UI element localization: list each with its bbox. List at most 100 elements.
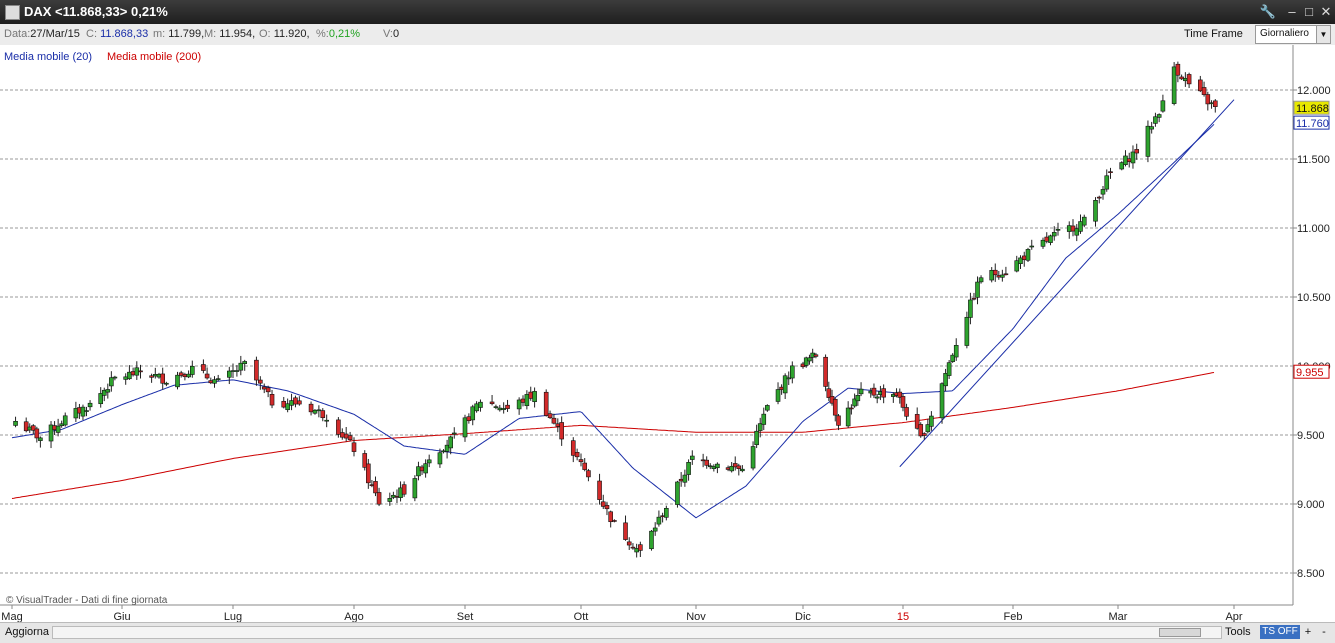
candle-up xyxy=(664,507,669,518)
candle-up xyxy=(501,408,506,410)
candle-up xyxy=(212,379,217,384)
candle-up xyxy=(451,432,457,435)
y-tick-label: 12.000 xyxy=(1297,85,1331,97)
candle-up xyxy=(1066,225,1072,232)
x-tick-label: Lug xyxy=(224,611,242,622)
candle-down xyxy=(871,387,877,396)
candle-up xyxy=(1149,126,1154,130)
candle-up xyxy=(532,391,537,403)
candle-up xyxy=(1040,239,1046,247)
date-field: Data:27/Mar/15 xyxy=(4,28,80,40)
candle-up xyxy=(1018,257,1023,264)
candle-up xyxy=(84,410,89,412)
candle-up xyxy=(740,468,745,472)
candle-down xyxy=(900,396,906,408)
candle-down xyxy=(604,505,610,510)
candle-up xyxy=(238,362,244,371)
candle-up xyxy=(675,481,680,505)
candle-up xyxy=(964,316,970,346)
candle-up xyxy=(845,407,851,427)
candle-up xyxy=(164,382,169,385)
chart-window: DAX <11.868,33> 0,21% 🔧 – □ ✕ Data:27/Ma… xyxy=(0,0,1335,643)
candle-down xyxy=(1186,74,1192,85)
candle-down xyxy=(832,398,838,416)
candle-up xyxy=(1183,77,1188,82)
candle-up xyxy=(412,478,418,499)
candle-up xyxy=(1123,155,1128,165)
candle-up xyxy=(1153,116,1158,124)
timeframe-value: Giornaliero xyxy=(1260,28,1309,39)
y-tick-label: 9.500 xyxy=(1297,430,1325,442)
candle-up xyxy=(234,370,240,372)
candle-down xyxy=(297,400,302,405)
candle-up xyxy=(493,406,499,408)
zoom-in-button[interactable]: + xyxy=(1302,625,1314,639)
timeframe-select[interactable]: Giornaliero ▼ xyxy=(1255,25,1331,44)
candle-down xyxy=(597,480,602,500)
candle-up xyxy=(387,498,393,502)
candle-up xyxy=(1093,200,1098,222)
minimize-icon[interactable]: – xyxy=(1283,3,1301,21)
candle-down xyxy=(547,413,553,419)
candle-up xyxy=(127,371,132,380)
candle-up xyxy=(765,405,770,411)
refresh-button[interactable]: Aggiorna xyxy=(5,626,49,638)
candle-up xyxy=(775,389,781,402)
candle-down xyxy=(1108,171,1113,173)
candle-down xyxy=(660,515,665,518)
candle-down xyxy=(293,397,298,405)
candle-down xyxy=(813,354,819,357)
candle-down xyxy=(582,462,588,470)
candle-down xyxy=(204,373,210,379)
candle-up xyxy=(316,409,322,412)
tools-button[interactable]: Tools xyxy=(1225,626,1251,638)
candle-up xyxy=(761,413,767,425)
candle-down xyxy=(555,423,561,427)
candle-up xyxy=(87,402,93,408)
candle-up xyxy=(448,436,453,449)
candle-down xyxy=(1021,255,1027,260)
y-tick-label: 8.500 xyxy=(1297,568,1325,580)
horizontal-scrollbar[interactable] xyxy=(52,626,1222,639)
candle-up xyxy=(186,373,191,378)
candle-up xyxy=(689,455,695,460)
candle-down xyxy=(351,442,357,452)
price-chart[interactable]: 12.00011.50011.00010.50010.0009.5009.000… xyxy=(0,45,1335,622)
ts-off-button[interactable]: TS OFF xyxy=(1260,625,1300,639)
candle-down xyxy=(343,433,349,439)
x-tick-label: Ott xyxy=(574,611,589,622)
x-tick-label: Nov xyxy=(686,611,706,622)
legend-ma200: Media mobile (200) xyxy=(107,51,201,63)
maximize-icon[interactable]: □ xyxy=(1300,3,1318,21)
zoom-out-button[interactable]: - xyxy=(1318,625,1330,639)
candle-down xyxy=(269,394,275,406)
candle-up xyxy=(807,357,812,362)
candle-up xyxy=(423,463,428,474)
candle-down xyxy=(836,415,841,426)
chart-background xyxy=(0,45,1335,622)
x-tick-label: Mar xyxy=(1109,611,1128,622)
candle-up xyxy=(652,527,658,532)
volume-field: V:0 xyxy=(383,28,400,40)
candle-down xyxy=(178,372,184,376)
close-icon[interactable]: ✕ xyxy=(1317,3,1335,21)
candle-down xyxy=(466,416,472,421)
candle-up xyxy=(946,362,952,376)
candle-up xyxy=(789,365,795,379)
candle-up xyxy=(978,277,984,283)
dropdown-icon[interactable]: ▼ xyxy=(1316,26,1330,43)
y-tick-label: 11.000 xyxy=(1297,223,1330,235)
scrollbar-thumb[interactable] xyxy=(1159,628,1201,637)
candle-down xyxy=(1134,149,1140,154)
candle-down xyxy=(489,401,495,405)
candle-down xyxy=(1175,63,1181,76)
candle-down xyxy=(559,422,564,440)
candle-down xyxy=(971,297,977,300)
candle-up xyxy=(1000,274,1005,278)
candle-down xyxy=(1096,196,1102,199)
settings-icon[interactable]: 🔧 xyxy=(1259,3,1277,21)
candle-up xyxy=(324,419,329,422)
price-tag-label: 11.760 xyxy=(1296,118,1329,130)
candle-down xyxy=(505,404,510,409)
candle-up xyxy=(153,374,158,377)
